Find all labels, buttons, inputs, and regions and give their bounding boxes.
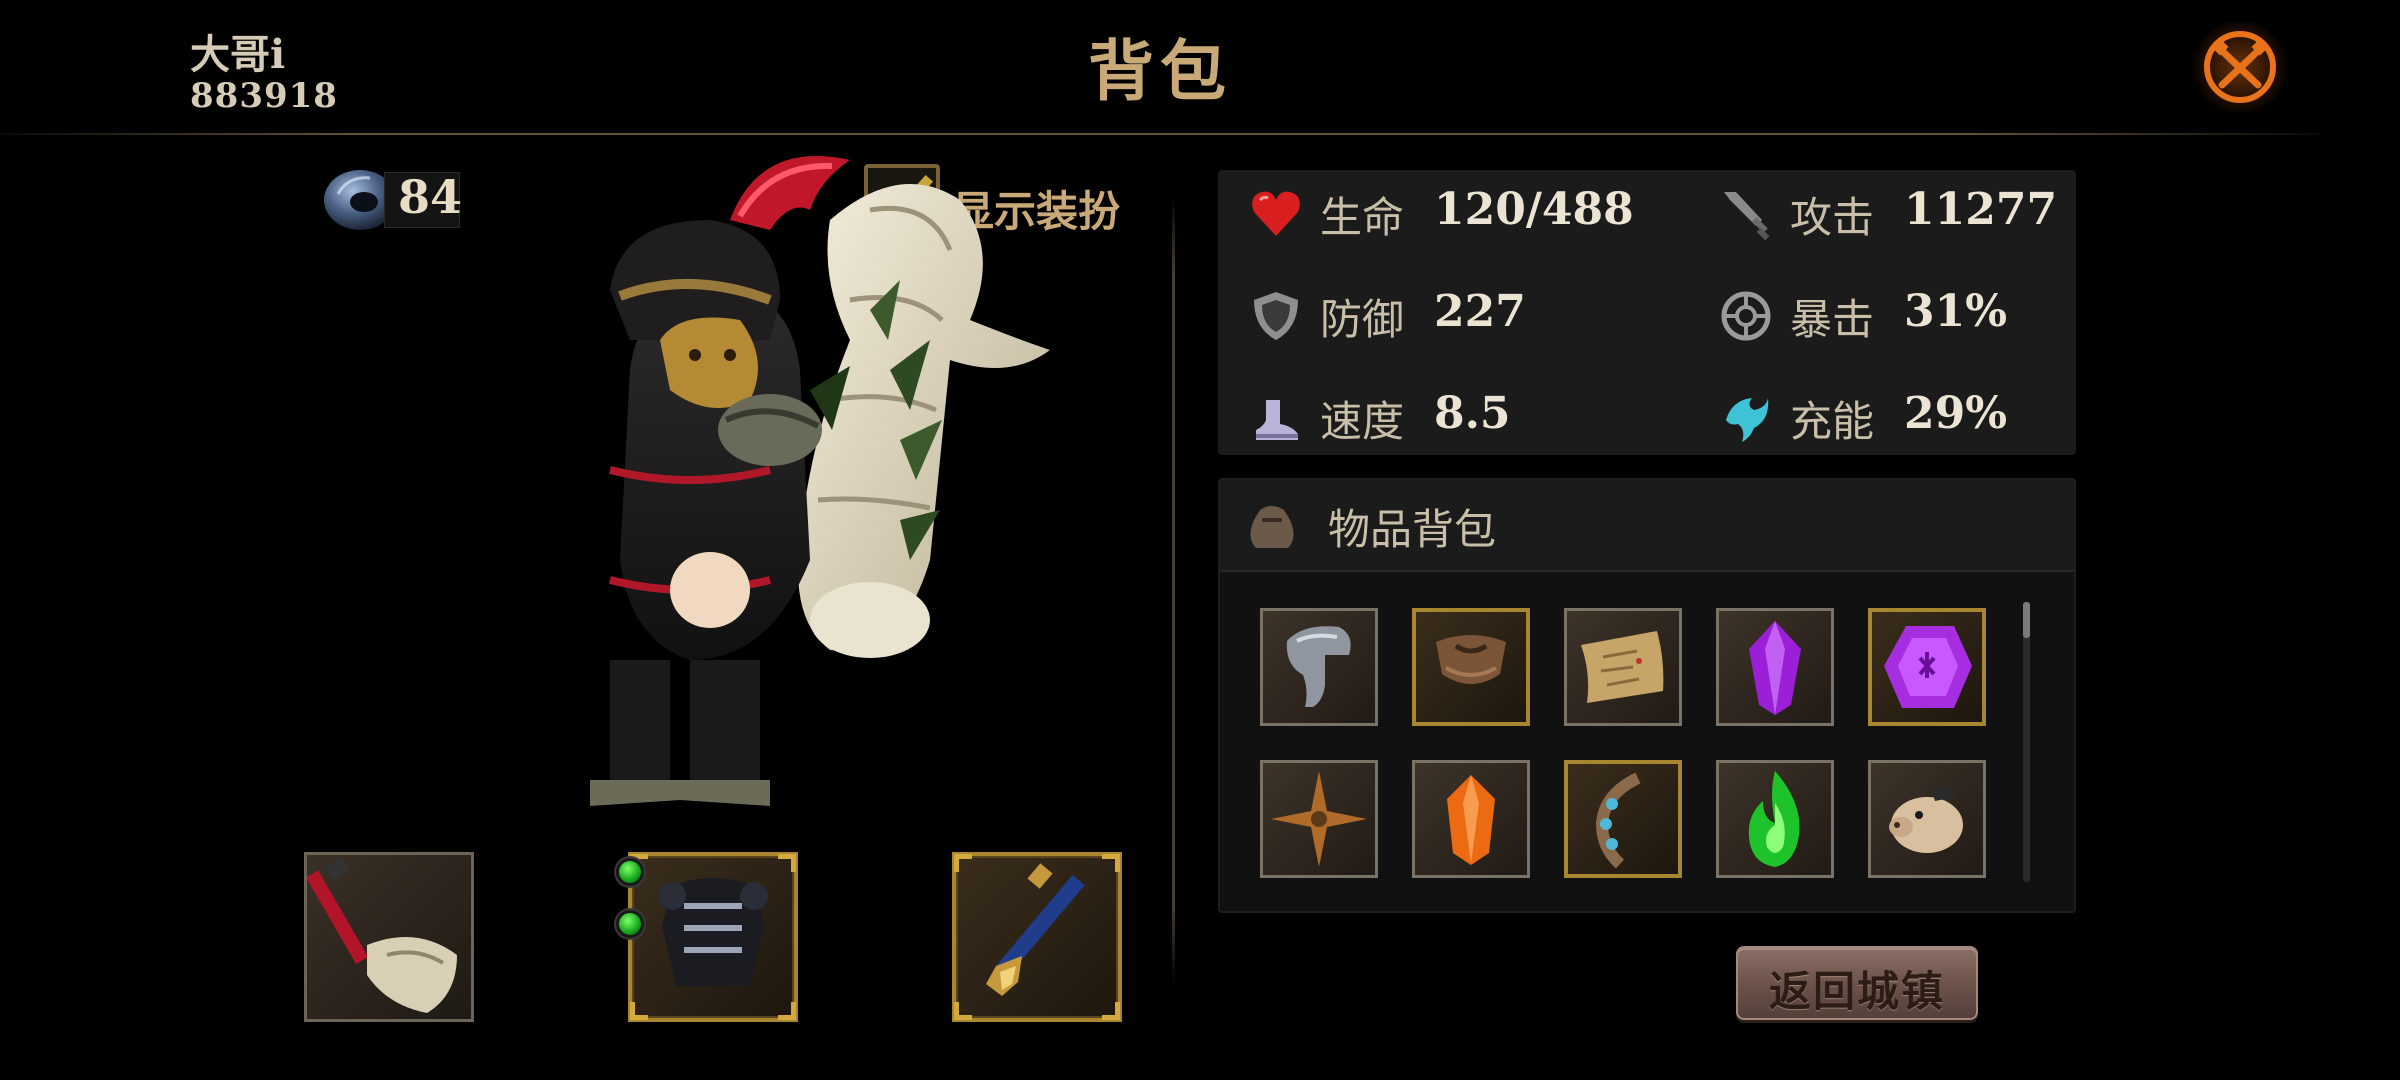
inventory-scrollbar[interactable] [2023, 602, 2030, 882]
stat-value: 31% [1904, 286, 2008, 337]
close-button[interactable] [2190, 22, 2290, 112]
pig-pet-icon [1889, 785, 1963, 853]
accessory-slot[interactable] [952, 852, 1122, 1022]
leather-cloak-icon [1436, 635, 1506, 684]
energy-icon [1726, 398, 1769, 442]
stat-value: 227 [1434, 286, 1526, 337]
inventory-panel: 物品背包 [1218, 478, 2076, 913]
stats-panel: 生命 120/488 攻击 11277 防御 227 暴击 31% 速度 8.5… [1218, 170, 2076, 455]
scroll-map-icon [1581, 631, 1664, 703]
sword-icon [1724, 192, 1770, 241]
orange-crystal-icon [1447, 775, 1495, 865]
inventory-item-4[interactable] [1716, 608, 1834, 726]
return-to-town-label: 返回城镇 [1768, 967, 1945, 1016]
inventory-item-1[interactable] [1260, 608, 1378, 726]
bag-icon [1250, 506, 1294, 548]
green-flame-icon [1748, 771, 1800, 867]
stat-label: 充能 [1790, 397, 1875, 446]
inventory-item-8[interactable] [1564, 760, 1682, 878]
inventory-item-2[interactable] [1412, 608, 1530, 726]
inventory-item-6[interactable] [1260, 760, 1378, 878]
shield-icon [1254, 292, 1298, 340]
heart-icon [1252, 191, 1300, 236]
stat-label: 速度 [1320, 397, 1405, 446]
socket-gem-2 [616, 910, 644, 938]
bone-axe-icon [306, 857, 457, 1013]
boot-icon [1256, 400, 1298, 440]
stat-value: 8.5 [1434, 388, 1511, 439]
armor-slot[interactable] [616, 852, 798, 1022]
currency-count: 84 [398, 170, 463, 224]
stat-label: 攻击 [1790, 193, 1875, 242]
iron-helmet-icon [1286, 626, 1351, 707]
black-armor-icon [658, 878, 768, 986]
stat-label: 暴击 [1790, 295, 1875, 344]
stat-value: 120/488 [1434, 184, 1634, 235]
purple-crystal-icon [1749, 621, 1801, 715]
gem-bracelet-icon [1595, 772, 1641, 869]
scrollbar-thumb[interactable] [2023, 602, 2030, 638]
inventory-item-3[interactable] [1564, 608, 1682, 726]
player-name: 大哥i [190, 31, 286, 78]
inventory-header: 物品背包 [1220, 480, 2074, 572]
weapon-slot[interactable] [304, 852, 474, 1022]
inventory-label: 物品背包 [1328, 505, 1497, 554]
stat-label: 生命 [1320, 193, 1405, 242]
inventory-item-7[interactable] [1412, 760, 1530, 878]
stat-label: 防御 [1320, 295, 1405, 344]
page-title: 背包 [1088, 32, 1232, 110]
return-to-town-button[interactable]: 返回城镇 [1736, 946, 1978, 1020]
crit-icon [1721, 291, 1771, 341]
socket-gem-1 [616, 858, 644, 886]
player-id: 883918 [190, 76, 338, 116]
bronze-shuriken-icon [1271, 771, 1367, 867]
character-model[interactable] [570, 140, 1130, 820]
blue-staff-icon [986, 863, 1085, 996]
stat-value: 29% [1904, 388, 2008, 439]
close-icon [2204, 31, 2276, 103]
stat-value: 11277 [1904, 184, 2058, 235]
purple-rune-gem-icon [1884, 626, 1972, 708]
header-divider [0, 133, 2320, 135]
inventory-item-5[interactable] [1868, 608, 1986, 726]
inventory-item-10[interactable] [1868, 760, 1986, 878]
inventory-item-9[interactable] [1716, 760, 1834, 878]
panel-divider [1172, 195, 1175, 985]
